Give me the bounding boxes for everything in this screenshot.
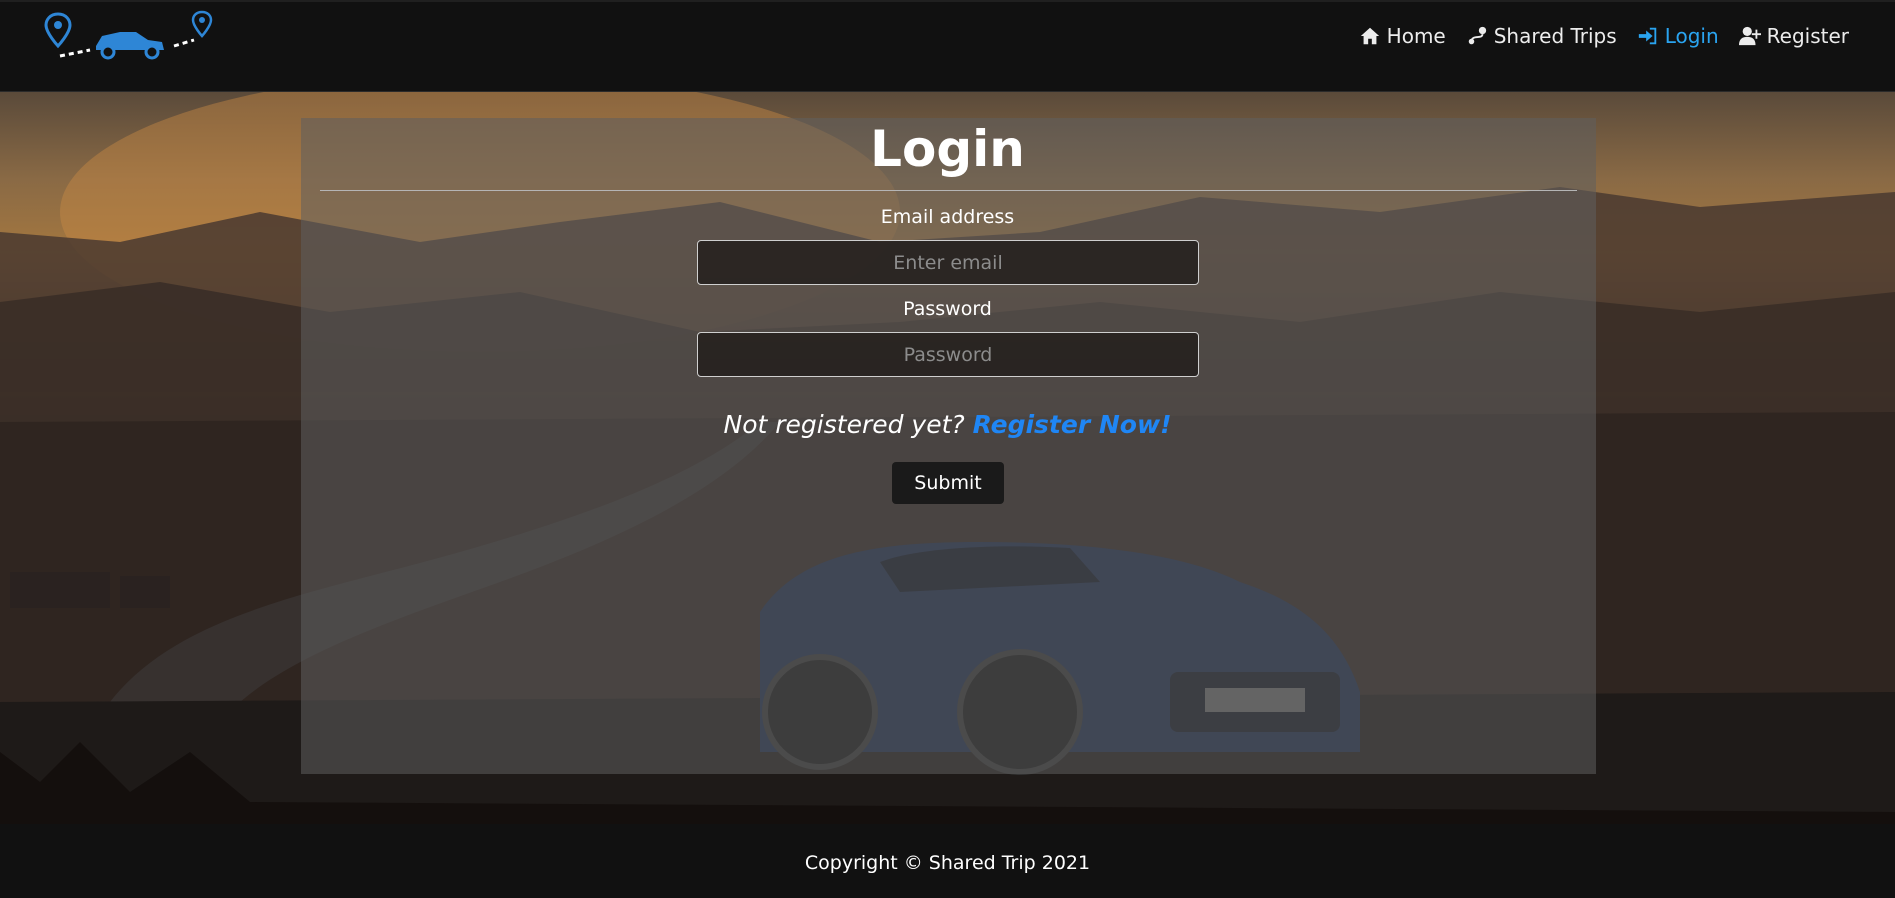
register-now-link[interactable]: Register Now!: [973, 410, 1172, 439]
sign-in-icon: [1638, 27, 1656, 45]
submit-button[interactable]: Submit: [892, 462, 1004, 504]
nav-shared-trips-label: Shared Trips: [1493, 24, 1617, 48]
route-icon: [1468, 26, 1486, 45]
nav-links: Home Shared Trips Login Register: [1359, 24, 1849, 48]
email-input[interactable]: [697, 240, 1199, 285]
password-label: Password: [903, 298, 992, 320]
footer-copyright: Copyright © Shared Trip 2021: [804, 852, 1091, 874]
nav-login[interactable]: Login: [1637, 24, 1719, 48]
register-prompt: Not registered yet?: [723, 410, 965, 439]
password-input[interactable]: [697, 332, 1199, 377]
home-icon: [1360, 27, 1379, 45]
nav-home-label: Home: [1386, 24, 1446, 48]
navbar: Home Shared Trips Login Register: [0, 0, 1895, 92]
logo-icon[interactable]: [44, 10, 214, 66]
register-prompt-line: Not registered yet? Register Now!: [0, 410, 1895, 439]
nav-shared-trips[interactable]: Shared Trips: [1466, 24, 1617, 48]
nav-login-label: Login: [1664, 24, 1719, 48]
nav-home[interactable]: Home: [1359, 24, 1446, 48]
email-label: Email address: [880, 206, 1015, 228]
login-title: Login: [870, 120, 1025, 178]
nav-register[interactable]: Register: [1738, 24, 1849, 48]
divider: [320, 190, 1577, 191]
nav-register-label: Register: [1766, 24, 1849, 48]
footer: Copyright © Shared Trip 2021: [0, 824, 1895, 898]
user-plus-icon: [1738, 26, 1761, 46]
